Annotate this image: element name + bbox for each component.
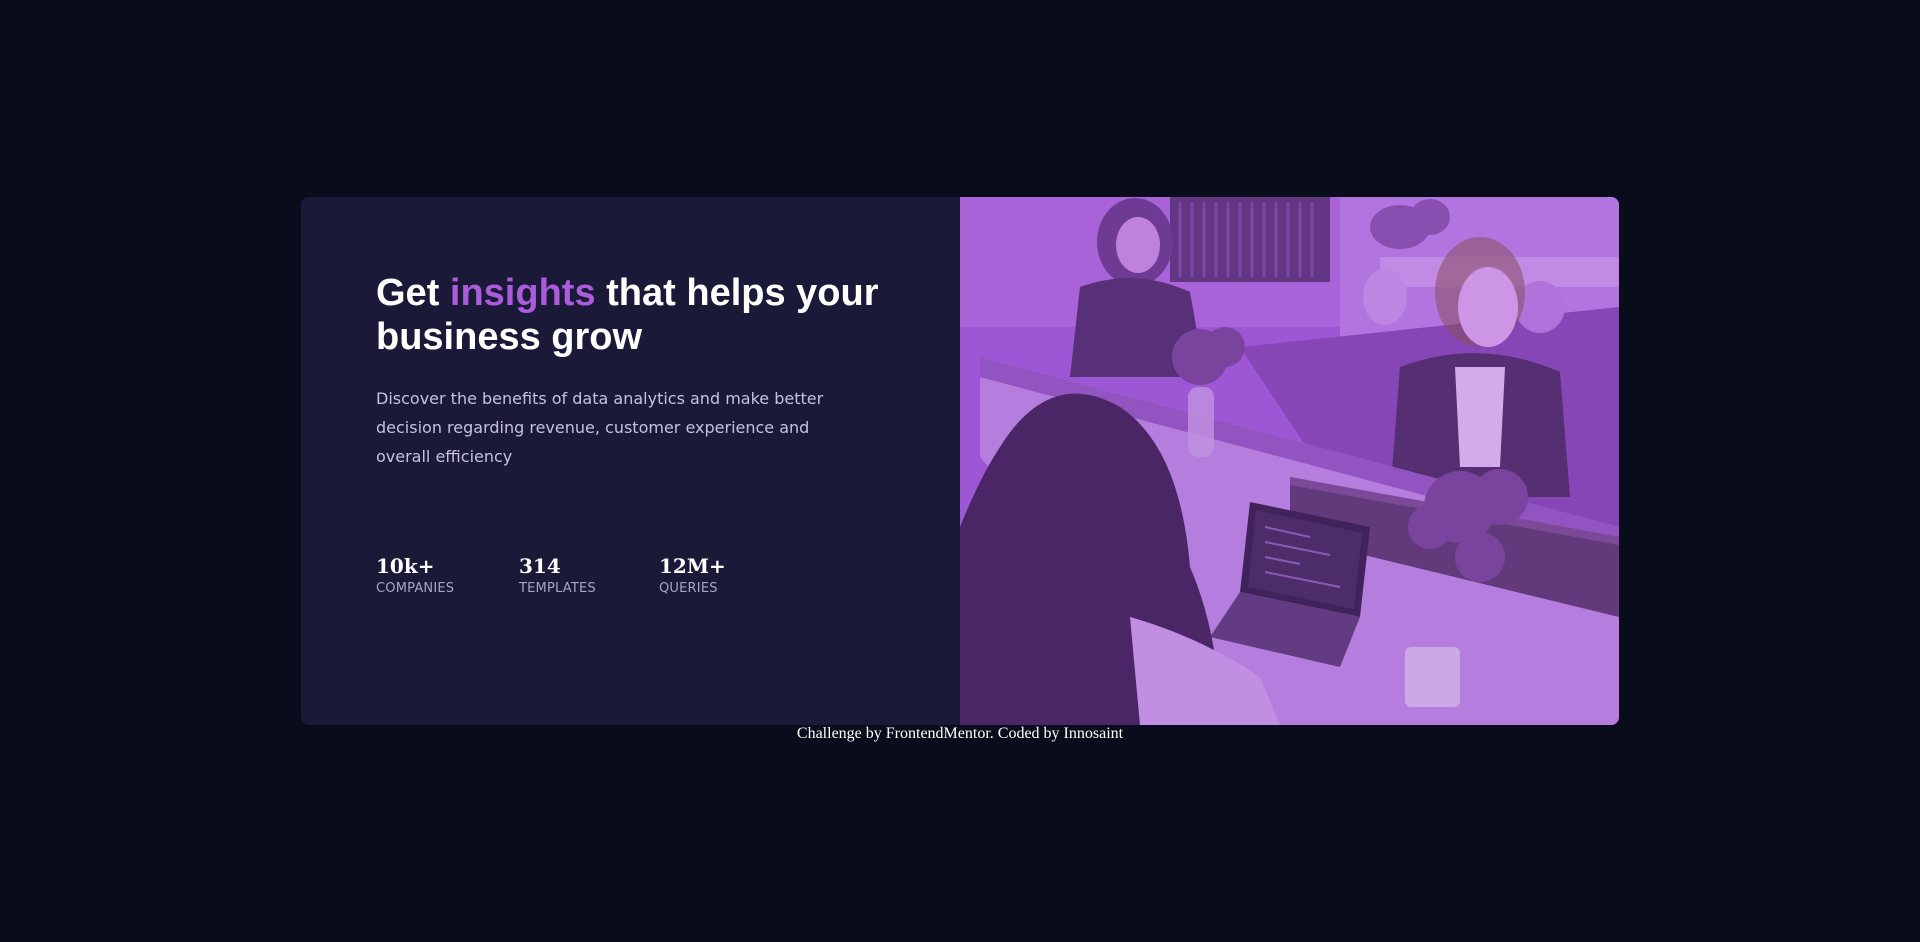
title-accent: insights (449, 272, 596, 314)
stat-label: QUERIES (659, 581, 718, 596)
stat-label: TEMPLATES (519, 581, 596, 596)
card-text-panel: Get insights that helps your business gr… (301, 197, 960, 725)
hero-image (960, 197, 1619, 725)
stat-value: 314 (519, 554, 561, 578)
stat-queries: 12M+ QUERIES (659, 554, 759, 598)
stat-templates: 314 TEMPLATES (519, 554, 659, 598)
title-before: Get (376, 272, 450, 314)
hero-description: Discover the benefits of data analytics … (376, 389, 824, 466)
stats-row: 10k+ COMPANIES 314 TEMPLATES 12M+ QUERIE… (376, 554, 759, 598)
stats-preview-card: Get insights that helps your business gr… (301, 197, 1619, 725)
office-photo-illustration (960, 197, 1619, 725)
footer-attribution: Challenge by FrontendMentor. Coded by In… (796, 725, 1124, 742)
stat-label: COMPANIES (376, 581, 455, 596)
stat-value: 10k+ (376, 554, 435, 578)
stat-companies: 10k+ COMPANIES (376, 554, 519, 598)
stat-value: 12M+ (659, 554, 726, 578)
hero-title: Get insights that helps your business gr… (376, 271, 916, 359)
